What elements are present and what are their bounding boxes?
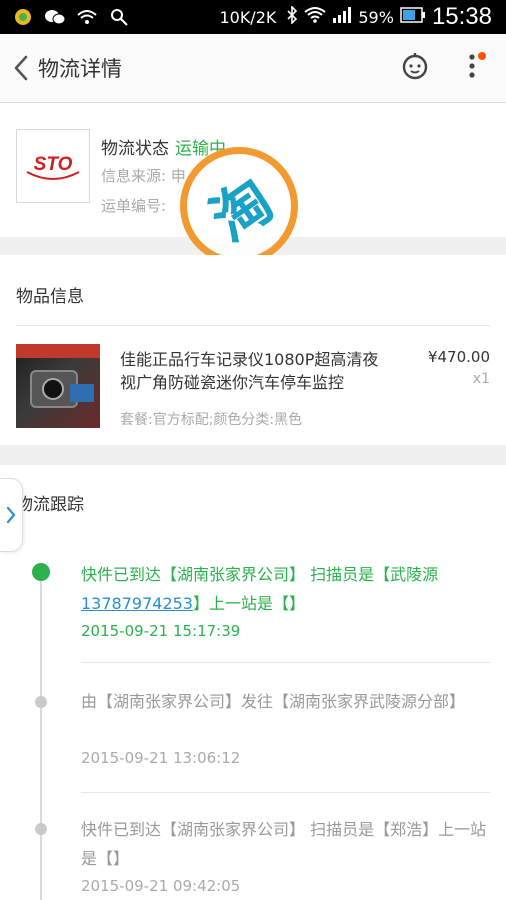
product-thumbnail[interactable] bbox=[16, 344, 100, 428]
wifi-hotspot-icon bbox=[76, 7, 98, 27]
timeline-dot bbox=[35, 823, 47, 835]
divider bbox=[81, 662, 490, 663]
more-button[interactable] bbox=[464, 51, 488, 85]
app-icon bbox=[12, 7, 34, 27]
clean-icon bbox=[108, 7, 130, 27]
goods-section-title: 物品信息 bbox=[16, 287, 84, 307]
side-expand-tab[interactable] bbox=[0, 478, 23, 552]
wechat-icon bbox=[44, 7, 66, 27]
courier-logo: STO bbox=[16, 129, 90, 203]
timeline-line bbox=[40, 570, 42, 900]
tracking-event-text: 快件已到达【湖南张家界公司】 扫描员是【郑浩】上一站是【】 bbox=[81, 820, 487, 868]
page-title: 物流详情 bbox=[38, 57, 122, 81]
battery-percent: 59% bbox=[358, 7, 394, 27]
tracking-event-time: 2015-09-21 09:42:05 bbox=[81, 877, 241, 895]
app-header: 物流详情 bbox=[0, 34, 506, 103]
tracking-event-time: 2015-09-21 13:06:12 bbox=[81, 749, 241, 767]
customer-service-button[interactable] bbox=[400, 51, 430, 85]
event-text-part: 快件已到达【湖南张家界公司】 扫描员是【武陵源 bbox=[81, 565, 439, 584]
info-source: 信息来源: 申 bbox=[101, 167, 186, 185]
status-bar: 10K/2K 59% 15:38 bbox=[0, 0, 506, 34]
back-arrow-icon bbox=[14, 55, 28, 81]
product-name[interactable]: 佳能正品行车记录仪1080P超高清夜视广角防碰瓷迷你汽车停车监控 bbox=[120, 348, 380, 394]
tracking-event-time: 2015-09-21 15:17:39 bbox=[81, 622, 241, 640]
event-text-part: 】上一站是【】 bbox=[192, 594, 305, 613]
product-spec: 套餐:官方标配;颜色分类:黑色 bbox=[120, 412, 303, 428]
status-label: 物流状态 bbox=[101, 139, 169, 159]
chevron-right-icon bbox=[6, 506, 16, 524]
goods-info-card: 物品信息 佳能正品行车记录仪1080P超高清夜视广角防碰瓷迷你汽车停车监控 ¥4… bbox=[0, 255, 506, 445]
divider bbox=[16, 325, 490, 326]
timeline-dot bbox=[35, 696, 47, 708]
svg-text:STO: STO bbox=[34, 154, 73, 175]
tracking-number: 运单编号: bbox=[101, 197, 167, 215]
battery-icon bbox=[400, 7, 426, 27]
timeline-dot-current bbox=[32, 563, 50, 581]
product-quantity: x1 bbox=[472, 371, 490, 387]
tracking-section-title: 物流跟踪 bbox=[16, 495, 84, 515]
bluetooth-icon bbox=[286, 5, 298, 28]
divider bbox=[81, 792, 490, 793]
tracking-event-text: 快件已到达【湖南张家界公司】 扫描员是【武陵源 13787974253】上一站是【… bbox=[81, 560, 491, 618]
network-speed: 10K/2K bbox=[219, 7, 277, 27]
back-button[interactable] bbox=[6, 48, 36, 88]
tracking-event-text: 由【湖南张家界公司】发往【湖南张家界武陵源分部】 bbox=[81, 692, 466, 711]
wifi-icon bbox=[304, 6, 326, 28]
courier-phone-link[interactable]: 13787974253 bbox=[81, 594, 193, 613]
stamp-text: 淘 bbox=[198, 165, 286, 255]
clock: 15:38 bbox=[431, 3, 492, 30]
signal-icon bbox=[332, 7, 352, 27]
more-icon bbox=[469, 52, 486, 78]
customer-service-icon bbox=[402, 53, 428, 80]
product-price: ¥470.00 bbox=[427, 348, 490, 366]
taobao-stamp-icon: 淘 bbox=[180, 147, 298, 265]
